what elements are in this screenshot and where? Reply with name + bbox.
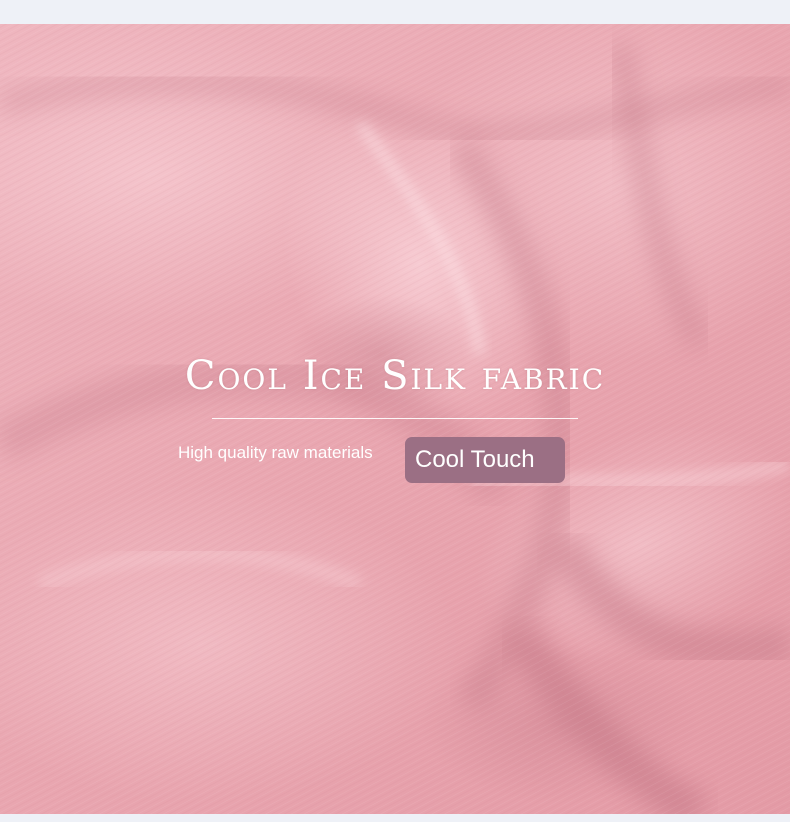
product-banner: Cool Ice Silk fabric High quality raw ma…	[0, 0, 790, 822]
product-title: Cool Ice Silk fabric	[184, 353, 606, 399]
title-divider	[212, 418, 578, 419]
subtitle-text: High quality raw materials	[178, 443, 373, 462]
feature-badge: Cool Touch	[405, 437, 565, 483]
pink-fabric-image	[0, 24, 790, 814]
